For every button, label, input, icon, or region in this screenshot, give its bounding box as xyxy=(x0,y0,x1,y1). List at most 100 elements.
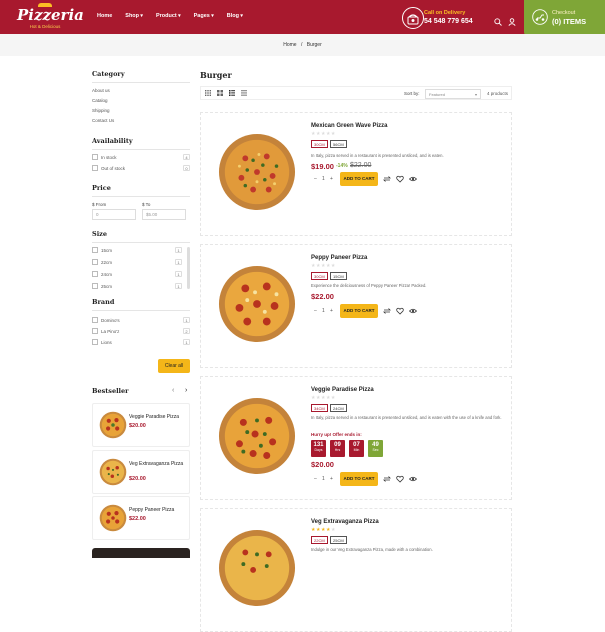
category-link[interactable]: Contact Us xyxy=(92,118,114,123)
size-option[interactable]: 15CM xyxy=(330,272,347,280)
size-count: 1 xyxy=(175,259,182,265)
quantity-stepper[interactable]: –1 + xyxy=(311,173,335,186)
nav-pages[interactable]: Pages xyxy=(194,13,214,19)
quantity-stepper[interactable]: –1 + xyxy=(311,305,335,318)
availability-checkbox[interactable] xyxy=(92,154,98,160)
pizza-image[interactable] xyxy=(218,265,296,343)
pizza-image[interactable] xyxy=(218,133,296,211)
category-link[interactable]: Shipping xyxy=(92,108,110,113)
nav-product[interactable]: Product xyxy=(156,13,181,19)
pizza-thumbnail xyxy=(99,504,127,532)
sort-select[interactable]: Featured ▾ xyxy=(425,89,481,99)
size-option[interactable]: 22CM xyxy=(311,536,328,544)
rating-stars: ★★★★★ xyxy=(311,395,336,401)
quantity-stepper[interactable]: –1 + xyxy=(311,473,335,486)
compare-icon[interactable] xyxy=(383,307,391,315)
brand-count: 1 xyxy=(183,339,190,345)
size-title: Size xyxy=(92,230,190,243)
search-icon[interactable] xyxy=(494,13,502,26)
size-checkbox[interactable] xyxy=(92,271,98,277)
product-description: Experience the deliciousness of Peppy Pa… xyxy=(311,283,427,288)
eye-icon[interactable] xyxy=(409,175,417,183)
availability-checkbox[interactable] xyxy=(92,165,98,171)
old-price: $22.00 xyxy=(350,162,372,169)
heart-icon[interactable] xyxy=(396,475,404,483)
delivery-phone[interactable]: 54 548 779 654 xyxy=(424,18,473,25)
pizza-thumbnail xyxy=(99,411,127,439)
clear-all-button[interactable]: Clear all xyxy=(158,359,190,373)
category-link[interactable]: Catalog xyxy=(92,98,108,103)
plus-icon[interactable]: + xyxy=(330,176,333,182)
heart-icon[interactable] xyxy=(396,175,404,183)
grid-view-icon[interactable] xyxy=(205,90,211,96)
size-label: 25cm xyxy=(101,284,113,289)
product-price: $22.00 xyxy=(311,292,334,301)
promo-banner[interactable] xyxy=(92,548,190,558)
size-checkbox[interactable] xyxy=(92,283,98,289)
brand-label: La Pino'z xyxy=(101,329,120,334)
minus-icon[interactable]: – xyxy=(314,176,317,182)
nav-home[interactable]: Home xyxy=(97,13,112,19)
brand-checkbox[interactable] xyxy=(92,328,98,334)
compare-icon[interactable] xyxy=(383,475,391,483)
price-to-input[interactable]: $5.00 xyxy=(142,209,186,220)
site-header: Pizzeria Hot & Delicious Home Shop Produ… xyxy=(0,0,605,36)
nav-blog[interactable]: Blog xyxy=(227,13,243,19)
pizza-image[interactable] xyxy=(218,397,296,475)
timer-unit: Min xyxy=(353,448,360,452)
compact-list-icon[interactable] xyxy=(241,90,247,96)
size-option[interactable]: 56CM xyxy=(330,140,347,148)
add-to-cart-button[interactable]: ADD TO CART xyxy=(340,172,378,186)
availability-count: 4 xyxy=(183,154,190,160)
add-to-cart-button[interactable]: ADD TO CART xyxy=(340,304,378,318)
size-option[interactable]: 30CM xyxy=(311,140,328,148)
brand-count: 1 xyxy=(183,317,190,323)
product-count: 4 products xyxy=(487,91,509,96)
minus-icon[interactable]: – xyxy=(314,476,317,482)
size-scrollbar[interactable] xyxy=(187,247,190,289)
product-name[interactable]: Veggie Paradise Pizza xyxy=(311,387,374,393)
heart-icon[interactable] xyxy=(396,307,404,315)
minus-icon[interactable]: – xyxy=(314,308,317,314)
bestseller-item[interactable]: Peppy Paneer Pizza $22.00 xyxy=(92,496,190,540)
bestseller-item[interactable]: Veg Extravaganza Pizza $20.00 xyxy=(92,450,190,494)
rating-stars: ★★★★★ xyxy=(311,527,336,533)
product-name[interactable]: Mexican Green Wave Pizza xyxy=(311,123,387,129)
timer-value: 49 xyxy=(372,442,379,448)
cart-count: (0) ITEMS xyxy=(552,17,587,26)
plus-icon[interactable]: + xyxy=(330,308,333,314)
size-option[interactable]: 24CM xyxy=(330,404,347,412)
product-name[interactable]: Veg Extravaganza Pizza xyxy=(311,519,379,525)
user-icon[interactable] xyxy=(508,13,516,26)
breadcrumb-home[interactable]: Home xyxy=(283,42,296,48)
grid-2-view-icon[interactable] xyxy=(217,90,223,96)
size-option[interactable]: 34CM xyxy=(311,404,328,412)
price-from-input[interactable]: 0 xyxy=(92,209,136,220)
size-checkbox[interactable] xyxy=(92,247,98,253)
availability-label: Out of stock xyxy=(101,166,126,171)
compare-icon[interactable] xyxy=(383,175,391,183)
plus-icon[interactable]: + xyxy=(330,476,333,482)
cart-button[interactable]: Checkout (0) ITEMS xyxy=(524,0,605,36)
size-checkbox[interactable] xyxy=(92,259,98,265)
timer-unit: Days xyxy=(314,448,323,452)
chevron-left-icon[interactable]: ‹ xyxy=(172,387,174,394)
size-option[interactable]: 30CM xyxy=(311,272,328,280)
size-option[interactable]: 25CM xyxy=(330,536,347,544)
add-to-cart-button[interactable]: ADD TO CART xyxy=(340,472,378,486)
product-card: Peppy Paneer Pizza ★★★★★ 30CM 15CM Exper… xyxy=(200,244,512,368)
category-link[interactable]: About us xyxy=(92,88,110,93)
list-view-icon[interactable] xyxy=(229,90,235,96)
product-name[interactable]: Peppy Paneer Pizza xyxy=(311,255,367,261)
brand-checkbox[interactable] xyxy=(92,317,98,323)
eye-icon[interactable] xyxy=(409,475,417,483)
breadcrumb-current: Burger xyxy=(306,42,322,48)
bestseller-item[interactable]: Veggie Paradise Pizza $20.00 xyxy=(92,403,190,447)
logo[interactable]: Pizzeria Hot & Delicious xyxy=(17,3,84,31)
eye-icon[interactable] xyxy=(409,307,417,315)
brand-checkbox[interactable] xyxy=(92,339,98,345)
pizza-image[interactable] xyxy=(218,529,296,607)
chevron-right-icon[interactable]: › xyxy=(185,387,187,394)
nav-shop[interactable]: Shop xyxy=(125,13,143,19)
product-card: Veggie Paradise Pizza ★★★★★ 34CM 24CM In… xyxy=(200,376,512,500)
